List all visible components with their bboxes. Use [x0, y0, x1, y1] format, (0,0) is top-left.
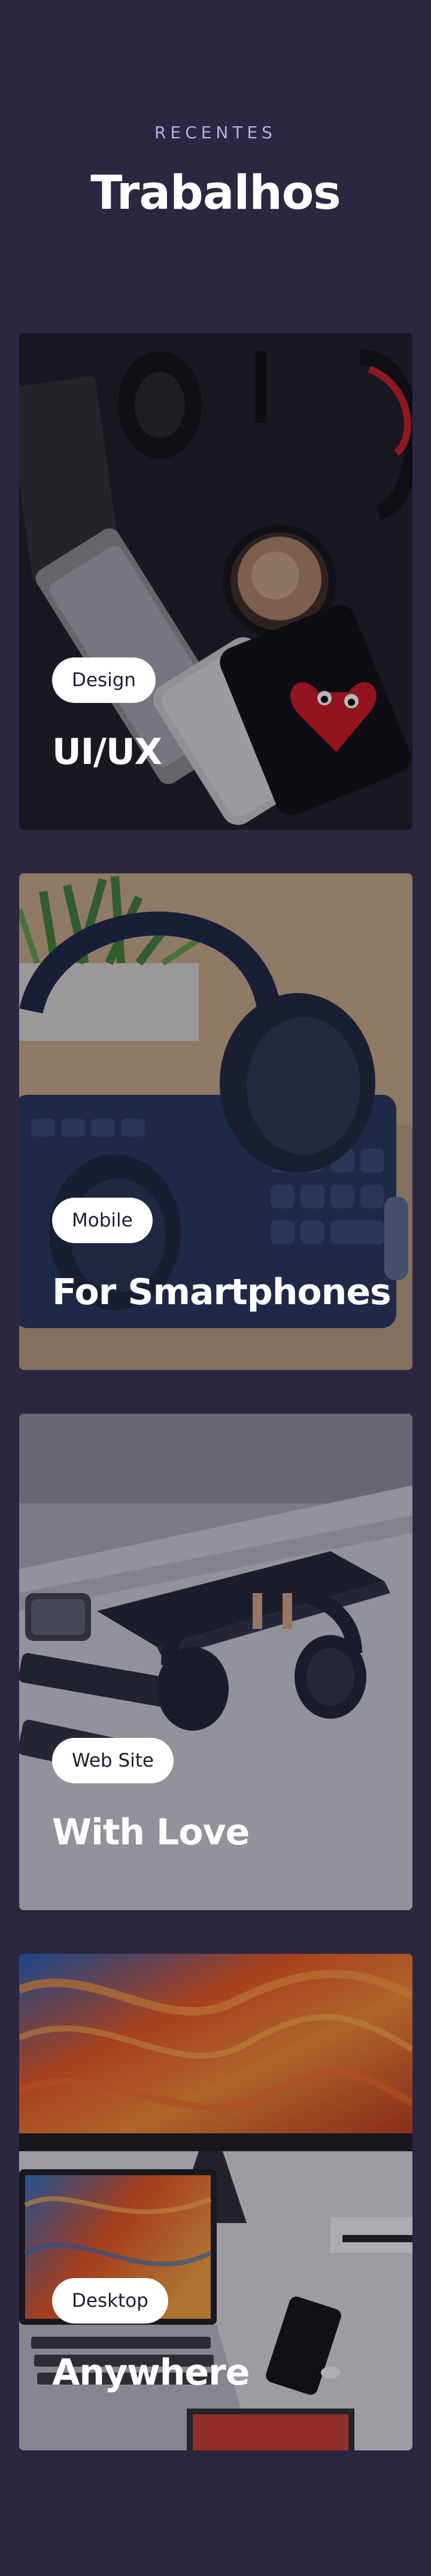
- project-card-with-love[interactable]: Web Site With Love: [19, 1414, 412, 1910]
- project-card-ui-ux[interactable]: Design UI/UX: [19, 333, 412, 830]
- section-title: Trabalhos: [90, 166, 341, 220]
- card-tag[interactable]: Design: [52, 657, 156, 703]
- card-title: With Love: [52, 1811, 250, 1853]
- card-tag[interactable]: Desktop: [52, 2278, 168, 2324]
- section-header: RECENTES Trabalhos: [0, 123, 431, 220]
- works-page: RECENTES Trabalhos Design UI/UX Mobile F…: [0, 0, 431, 2576]
- project-card-for-smartphones[interactable]: Mobile For Smartphones: [19, 873, 412, 1370]
- card-title: Anywhere: [52, 2352, 250, 2394]
- card-tag[interactable]: Web Site: [52, 1738, 174, 1783]
- project-card-anywhere[interactable]: Desktop Anywhere: [19, 1954, 412, 2450]
- section-eyebrow: RECENTES: [154, 123, 277, 142]
- card-title: For Smartphones: [52, 1271, 391, 1313]
- card-tag[interactable]: Mobile: [52, 1198, 153, 1243]
- card-title: UI/UX: [52, 731, 162, 773]
